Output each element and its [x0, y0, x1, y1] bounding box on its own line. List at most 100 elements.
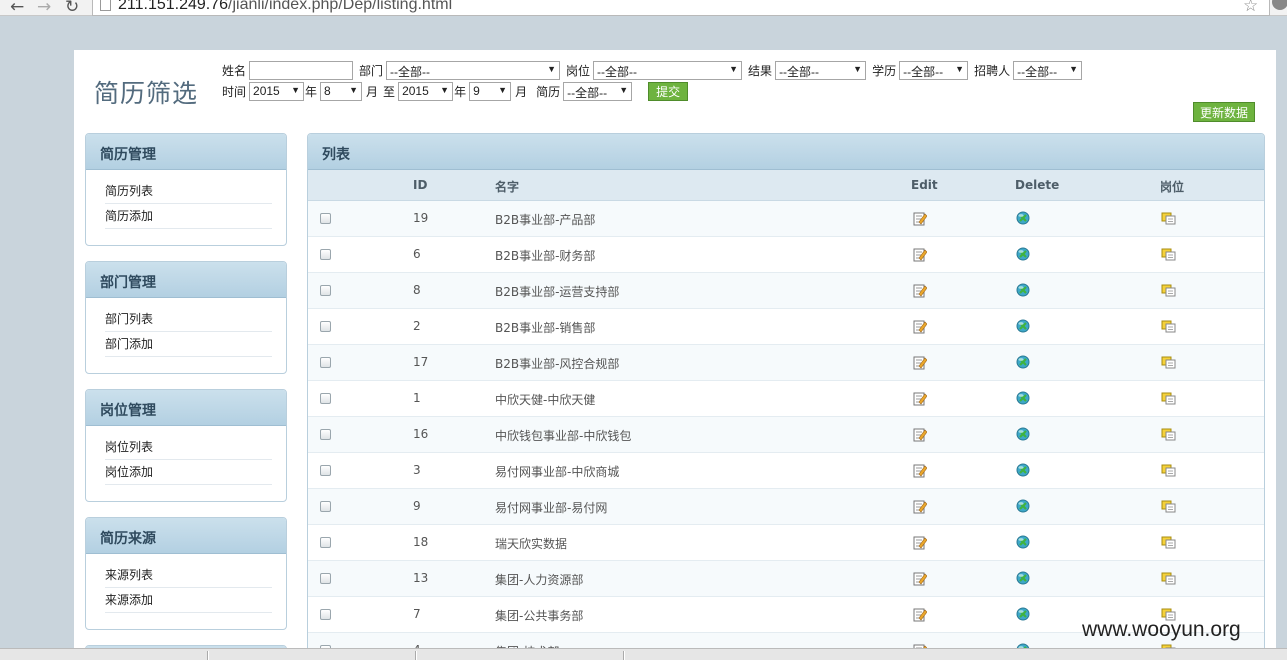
month-unit-label-2: 月 [515, 85, 528, 99]
delete-icon[interactable] [1016, 499, 1030, 513]
delete-icon[interactable] [1016, 211, 1030, 225]
delete-icon[interactable] [1016, 319, 1030, 333]
row-name: 易付网事业部-中欣商城 [495, 465, 620, 479]
refresh-data-button[interactable]: 更新数据 [1193, 102, 1256, 122]
row-id: 2 [413, 319, 421, 333]
month-to-select[interactable]: 9 [469, 82, 512, 101]
reload-icon[interactable]: ↻ [65, 0, 79, 17]
sidebar-section-position: 岗位管理 岗位列表 岗位添加 [85, 389, 287, 502]
edit-icon[interactable] [913, 211, 928, 226]
address-bar-url[interactable]: 211.151.249.76/jianli/index.php/Dep/list… [118, 0, 452, 14]
row-checkbox[interactable] [320, 465, 331, 476]
result-label: 结果 [748, 64, 773, 78]
education-select[interactable]: --全部-- [899, 61, 969, 80]
position-icon[interactable] [1161, 284, 1176, 297]
sidebar-item-dept-list[interactable]: 部门列表 [105, 307, 272, 332]
row-checkbox[interactable] [320, 357, 331, 368]
delete-icon[interactable] [1016, 283, 1030, 297]
browser-toolbar: ← → ↻ 211.151.249.76/jianli/index.php/De… [0, 0, 1287, 17]
sidebar-item-source-list[interactable]: 来源列表 [105, 563, 272, 588]
position-icon[interactable] [1161, 536, 1176, 549]
row-name: 易付网事业部-易付网 [495, 501, 608, 515]
row-name: B2B事业部-产品部 [495, 213, 596, 227]
row-id: 7 [413, 607, 421, 621]
row-checkbox[interactable] [320, 285, 331, 296]
delete-icon[interactable] [1016, 247, 1030, 261]
position-icon[interactable] [1161, 500, 1176, 513]
forward-arrow-icon[interactable]: → [37, 0, 51, 17]
sidebar-item-resume-list[interactable]: 简历列表 [105, 179, 272, 204]
row-id: 6 [413, 247, 421, 261]
row-name: 中欣钱包事业部-中欣钱包 [495, 429, 632, 443]
row-checkbox[interactable] [320, 393, 331, 404]
position-label: 岗位 [566, 64, 591, 78]
recruiter-select[interactable]: --全部-- [1013, 61, 1083, 80]
row-checkbox[interactable] [320, 609, 331, 620]
submit-button[interactable]: 提交 [648, 82, 689, 101]
year-to-select[interactable]: 2015 [398, 82, 454, 101]
edit-icon[interactable] [913, 535, 928, 550]
column-header-position: 岗位 [1160, 180, 1185, 194]
position-icon[interactable] [1161, 464, 1176, 477]
edit-icon[interactable] [913, 463, 928, 478]
position-select[interactable]: --全部-- [593, 61, 743, 80]
edit-icon[interactable] [913, 247, 928, 262]
page-icon [100, 0, 111, 11]
delete-icon[interactable] [1016, 355, 1030, 369]
row-id: 17 [413, 355, 429, 369]
delete-icon[interactable] [1016, 571, 1030, 585]
sidebar-item-position-add[interactable]: 岗位添加 [105, 460, 272, 485]
row-name: 中欣天健-中欣天健 [495, 393, 596, 407]
edit-icon[interactable] [913, 571, 928, 586]
row-checkbox[interactable] [320, 501, 331, 512]
row-checkbox[interactable] [320, 213, 331, 224]
delete-icon[interactable] [1016, 607, 1030, 621]
position-icon[interactable] [1161, 320, 1176, 333]
edit-icon[interactable] [913, 427, 928, 442]
sidebar-item-source-add[interactable]: 来源添加 [105, 588, 272, 613]
delete-icon[interactable] [1016, 427, 1030, 441]
position-icon[interactable] [1161, 248, 1176, 261]
sidebar-item-position-list[interactable]: 岗位列表 [105, 435, 272, 460]
table-row: 13 集团-人力资源部 [308, 561, 1264, 597]
position-icon[interactable] [1161, 428, 1176, 441]
edit-icon[interactable] [913, 283, 928, 298]
edit-icon[interactable] [913, 499, 928, 514]
dept-select[interactable]: --全部-- [386, 61, 561, 80]
sidebar-section-title: 岗位管理 [86, 390, 286, 426]
table-row: 6 B2B事业部-财务部 [308, 237, 1264, 273]
position-icon[interactable] [1161, 392, 1176, 405]
delete-icon[interactable] [1016, 535, 1030, 549]
delete-icon[interactable] [1016, 391, 1030, 405]
delete-icon[interactable] [1016, 463, 1030, 477]
table-row: 1 中欣天健-中欣天健 [308, 381, 1264, 417]
row-checkbox[interactable] [320, 537, 331, 548]
education-label: 学历 [872, 64, 897, 78]
table-row: 8 B2B事业部-运营支持部 [308, 273, 1264, 309]
resume-select[interactable]: --全部-- [563, 82, 633, 101]
back-arrow-icon[interactable]: ← [10, 0, 24, 17]
month-from-select[interactable]: 8 [320, 82, 363, 101]
row-id: 13 [413, 571, 429, 585]
year-from-select[interactable]: 2015 [249, 82, 305, 101]
bookmark-star-icon[interactable]: ☆ [1243, 0, 1258, 16]
sidebar-item-dept-add[interactable]: 部门添加 [105, 332, 272, 357]
edit-icon[interactable] [913, 319, 928, 334]
row-name: B2B事业部-销售部 [495, 321, 596, 335]
edit-icon[interactable] [913, 607, 928, 622]
row-checkbox[interactable] [320, 573, 331, 584]
edit-icon[interactable] [913, 355, 928, 370]
status-divider [623, 651, 625, 660]
edit-icon[interactable] [913, 391, 928, 406]
result-select[interactable]: --全部-- [775, 61, 867, 80]
name-input[interactable] [249, 61, 354, 80]
extension-icon[interactable] [1272, 0, 1287, 10]
sidebar-item-resume-add[interactable]: 简历添加 [105, 204, 272, 229]
position-icon[interactable] [1161, 212, 1176, 225]
row-checkbox[interactable] [320, 429, 331, 440]
row-checkbox[interactable] [320, 321, 331, 332]
position-icon[interactable] [1161, 356, 1176, 369]
position-icon[interactable] [1161, 572, 1176, 585]
row-checkbox[interactable] [320, 249, 331, 260]
dept-label: 部门 [359, 64, 384, 78]
